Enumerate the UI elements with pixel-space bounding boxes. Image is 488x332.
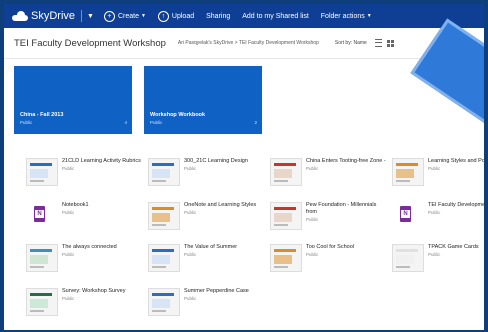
- folder-header: TEI Faculty Development Workshop Ari Pas…: [4, 28, 484, 59]
- details-view-icon[interactable]: [374, 39, 382, 47]
- folder-actions-button[interactable]: Folder actions ▼: [321, 13, 372, 20]
- file-thumbnail: [148, 158, 180, 186]
- onenote-file-icon: [392, 202, 422, 228]
- breadcrumb[interactable]: Ari Pasqyelak's SkyDrive > TEI Faculty D…: [178, 40, 319, 46]
- folder-sharing: Public: [20, 120, 33, 125]
- chevron-down-icon[interactable]: ▼: [87, 13, 94, 20]
- file-name: The Value of Summer: [184, 244, 238, 250]
- file-thumbnail: [148, 202, 180, 230]
- cloud-icon: [12, 11, 28, 21]
- file-name: Pew Foundation - Millennials from: [306, 202, 377, 215]
- folder-count: 4: [124, 120, 127, 125]
- app-name: SkyDrive: [31, 10, 76, 22]
- file-sharing: Public: [62, 252, 75, 257]
- file-name: TEI Faculty Development: [428, 202, 484, 208]
- skydrive-window: SkyDrive ▼ + Create ▼ ↑ Upload Sharing A…: [4, 4, 484, 330]
- upload-icon: ↑: [157, 10, 169, 22]
- file-name: 300_21C Learning Design: [184, 158, 248, 164]
- file-name: China Enters Tooting-free Zone -: [306, 158, 386, 164]
- file-name: Notebook1: [62, 202, 89, 208]
- file-item[interactable]: Learning Styles and PowerPoint Public: [392, 158, 484, 196]
- file-item[interactable]: TPACK Game Cards Public: [392, 244, 484, 282]
- upload-button[interactable]: ↑ Upload: [157, 10, 195, 22]
- file-item[interactable]: The Value of Summer Public: [148, 244, 266, 282]
- folder-tile[interactable]: Workshop Workbook Public 2: [144, 66, 262, 134]
- file-name: TPACK Game Cards: [428, 244, 479, 250]
- file-item[interactable]: Summer Pepperdine Case Public: [148, 288, 266, 326]
- folder-name: Workshop Workbook: [150, 112, 206, 118]
- file-thumbnail: [26, 288, 58, 316]
- file-item[interactable]: Survey: Workshop Survey Public: [26, 288, 144, 326]
- file-sharing: Public: [306, 217, 319, 222]
- file-thumbnail: [270, 244, 302, 272]
- file-thumbnail: [392, 244, 424, 272]
- folder-actions-label: Folder actions: [320, 12, 365, 20]
- file-sharing: Public: [306, 252, 319, 257]
- file-sharing: Public: [428, 166, 441, 171]
- file-thumbnail: [270, 202, 302, 230]
- file-name: Survey: Workshop Survey: [62, 288, 126, 294]
- sort-dropdown[interactable]: Sort by: Name: [335, 40, 367, 46]
- file-name: OneNote and Learning Styles: [184, 202, 257, 208]
- folder-sharing: Public: [150, 120, 163, 125]
- file-item[interactable]: OneNote and Learning Styles Public: [148, 202, 266, 240]
- folder-name: China - Fall 2013: [20, 112, 64, 118]
- file-name: Too Cool for School: [306, 244, 354, 250]
- file-name: 21CLD Learning Activity Rubrics: [62, 158, 141, 164]
- file-item[interactable]: The always connected Public: [26, 244, 144, 282]
- file-thumbnail: [392, 158, 424, 186]
- file-sharing: Public: [428, 252, 441, 257]
- file-sharing: Public: [184, 296, 197, 301]
- file-sharing: Public: [62, 296, 75, 301]
- file-item[interactable]: Pew Foundation - Millennials from Public: [270, 202, 388, 240]
- file-sharing: Public: [184, 166, 197, 171]
- file-thumbnail: [148, 288, 180, 316]
- file-item[interactable]: 300_21C Learning Design Public: [148, 158, 266, 196]
- file-item[interactable]: 21CLD Learning Activity Rubrics Public: [26, 158, 144, 196]
- file-sharing: Public: [306, 166, 319, 171]
- file-item[interactable]: China Enters Tooting-free Zone - Public: [270, 158, 388, 196]
- file-sharing: Public: [184, 210, 197, 215]
- file-name: Summer Pepperdine Case: [184, 288, 249, 294]
- sharing-button[interactable]: Sharing: [206, 13, 230, 20]
- thumbnails-view-icon[interactable]: [386, 39, 394, 47]
- file-name: Learning Styles and PowerPoint: [428, 158, 484, 164]
- plus-icon: +: [103, 10, 115, 22]
- add-shared-label: Add to my Shared list: [242, 12, 309, 20]
- file-thumbnail: [26, 244, 58, 272]
- folder-tile[interactable]: China - Fall 2013 Public 4: [14, 66, 132, 134]
- file-item[interactable]: Notebook1 Public: [26, 202, 144, 240]
- add-to-shared-list-button[interactable]: Add to my Shared list: [242, 13, 309, 20]
- file-sharing: Public: [428, 210, 441, 215]
- skydrive-logo[interactable]: SkyDrive: [12, 10, 75, 22]
- chevron-down-icon: ▼: [366, 13, 372, 19]
- file-sharing: Public: [62, 166, 75, 171]
- file-name: The always connected: [62, 244, 117, 250]
- create-button[interactable]: + Create ▼: [103, 10, 146, 22]
- folder-count: 2: [254, 120, 257, 125]
- divider: [81, 10, 83, 22]
- file-item[interactable]: Too Cool for School Public: [270, 244, 388, 282]
- file-thumbnail: [26, 158, 58, 186]
- create-label: Create: [117, 12, 139, 20]
- file-item[interactable]: TEI Faculty Development Public: [392, 202, 484, 240]
- sharing-label: Sharing: [206, 12, 231, 20]
- file-thumbnail: [148, 244, 180, 272]
- top-command-bar: SkyDrive ▼ + Create ▼ ↑ Upload Sharing A…: [4, 4, 484, 28]
- page-title: TEI Faculty Development Workshop: [14, 37, 166, 49]
- file-sharing: Public: [62, 210, 75, 215]
- chevron-down-icon: ▼: [140, 13, 146, 19]
- file-sharing: Public: [184, 252, 197, 257]
- onenote-file-icon: [26, 202, 56, 228]
- upload-label: Upload: [171, 12, 195, 20]
- file-thumbnail: [270, 158, 302, 186]
